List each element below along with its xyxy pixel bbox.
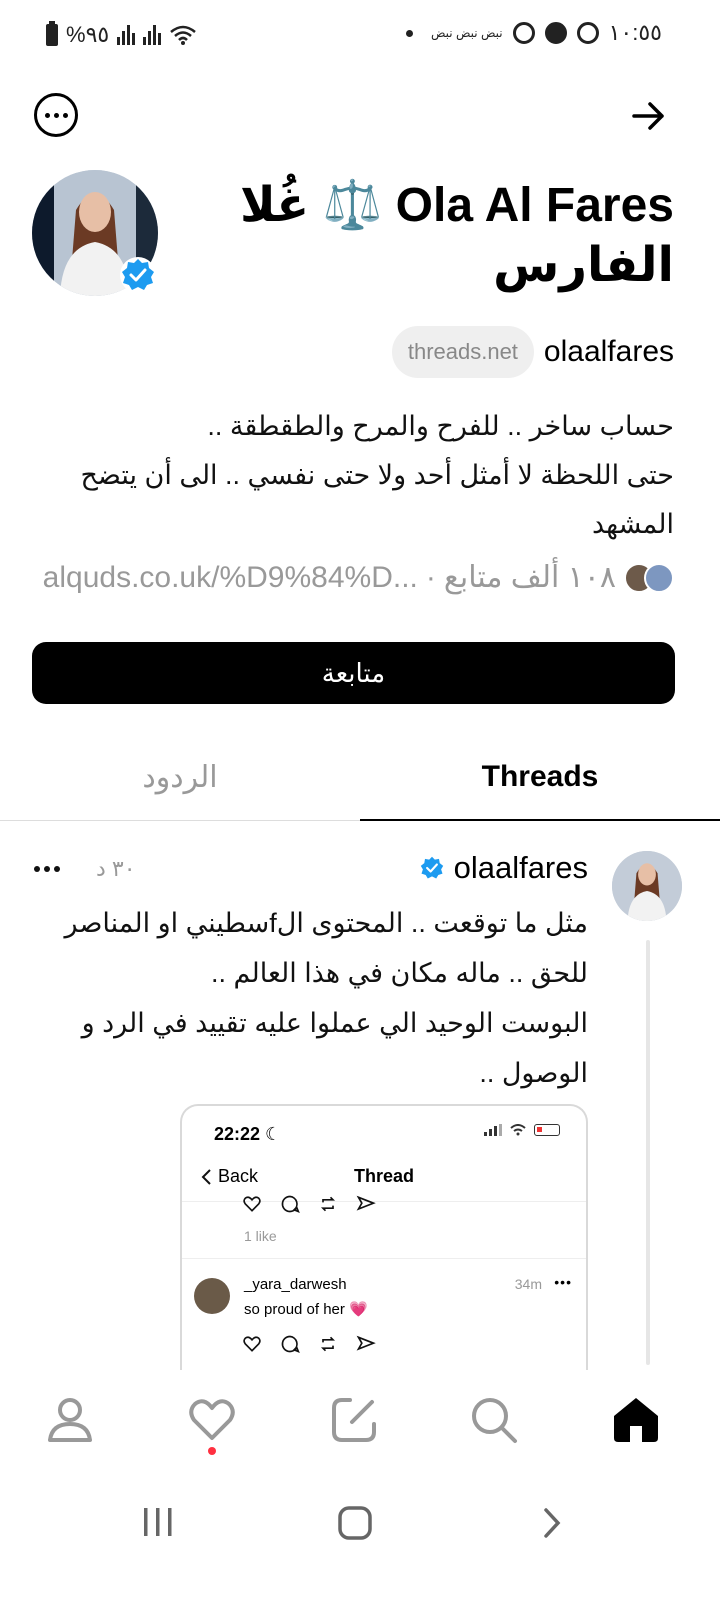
embed-comment-avatar [194,1278,230,1314]
post-line: للحق .. ماله مكان في هذا العالم .. [211,958,588,988]
post-line: مثل ما توقعت .. المحتوى الfسطيني او المن… [64,908,588,938]
more-horizontal-icon [44,112,50,118]
handle-row: threads.net olaalfares [391,326,674,378]
more-options-button[interactable] [34,93,78,137]
system-nav [0,1490,720,1600]
embed-likes: 1 like [244,1228,277,1244]
post-image[interactable]: 22:22 ☾ Back Thread 1 like _yara_darwesh… [180,1104,588,1384]
post-author-name[interactable]: olaalfares [454,850,588,886]
battery-level: %٩٥ [66,22,110,47]
status-time: ١٠:٥٥ [608,20,662,45]
search-icon[interactable] [468,1394,520,1446]
compose-icon[interactable] [328,1394,380,1446]
verified-badge-icon [120,257,156,293]
embed-title: Thread [353,1166,414,1186]
comment-icon [281,1335,300,1353]
bio-line: المشهد [591,509,674,539]
post-line: الوصول .. [479,1058,588,1088]
repost-icon [320,1196,336,1212]
embed-comment-text: so proud of her 💗 [244,1301,368,1318]
embed-more-icon: ••• [554,1274,572,1290]
signal-icon [484,1124,502,1136]
bottom-nav [0,1370,720,1470]
signal-icon [143,25,162,45]
followers-count[interactable]: ١٠٨ ألف متابع [444,560,616,595]
embed-comment-time: 34m [514,1276,542,1292]
status-bar-right: نبض نبض نبض ١٠:٥٥ [405,20,662,46]
embed-divider [182,1258,586,1259]
wifi-icon [510,1124,526,1136]
profile-display-name: Ola Al Fares ⚖️ غُلا الفارس [239,179,674,292]
post-text: مثل ما توقعت .. المحتوى الfسطيني او المن… [28,898,588,1098]
battery-icon [534,1124,560,1136]
post-more-button[interactable] [34,866,60,872]
embed-comment-user: _yara_darwesh [244,1276,347,1293]
domain-badge[interactable]: threads.net [391,326,534,378]
embed-actions-bottom [242,1334,376,1354]
back-chevron-icon[interactable] [538,1504,566,1542]
embed-actions-top [242,1194,376,1214]
notification-labels: نبض نبض نبض [430,26,503,40]
heart-icon [243,1336,261,1352]
home-circle-icon[interactable] [336,1504,374,1542]
tab-replies[interactable]: الردود [0,735,360,821]
follow-button[interactable]: متابعة [32,642,675,704]
messenger-icon [544,22,567,44]
wifi-icon [170,25,197,45]
notification-dot [208,1447,216,1455]
profile-bio: حساب ساخر .. للفرح والمرح والطقطقة .. حت… [34,402,674,549]
post-time: ٣٠ د [96,856,136,881]
embed-status-icons [484,1124,560,1136]
notification-dot-icon [405,29,413,37]
embed-time: 22:22 ☾ [214,1124,282,1144]
heart-icon [243,1196,261,1212]
post-avatar[interactable] [612,851,682,921]
share-icon [356,1195,376,1211]
pink-heart-icon: 💗 [349,1301,368,1318]
profile-icon[interactable] [44,1394,96,1446]
home-icon[interactable] [610,1394,662,1446]
back-button[interactable] [628,96,668,136]
profile-link[interactable]: alquds.co.uk/%D9%84%D... [43,561,418,595]
battery-icon [46,21,58,46]
status-bar: %٩٥ نبض نبض نبض ١٠:٥٥ [0,0,720,70]
signal-icon [117,25,136,45]
recents-icon[interactable] [140,1504,176,1540]
repost-icon [320,1336,336,1352]
status-bar-left: %٩٥ [46,21,197,48]
share-icon [356,1335,376,1351]
sync-icon [512,22,535,44]
bio-line: حساب ساخر .. للفرح والمرح والطقطقة .. [207,411,674,441]
profile-tabs: Threads الردود [0,735,720,823]
post-line: البوست الوحيد الي عملوا عليه تقييد في ال… [81,1008,588,1038]
bio-line: حتى اللحظة لا أمثل أحد ولا حتى نفسي .. ا… [80,460,674,490]
heart-icon[interactable] [186,1394,238,1446]
profile-meta: alquds.co.uk/%D9%84%D... · ١٠٨ ألف متابع [43,560,674,595]
follower-avatars[interactable] [624,562,674,593]
signal-app-icon [576,22,599,44]
verified-badge-icon [420,856,443,879]
tab-threads[interactable]: Threads [360,735,720,821]
meta-separator: · [425,560,436,594]
thread-line [646,940,650,1365]
post-author: olaalfares [418,850,588,886]
comment-icon [281,1195,300,1213]
profile-handle: olaalfares [543,335,674,368]
